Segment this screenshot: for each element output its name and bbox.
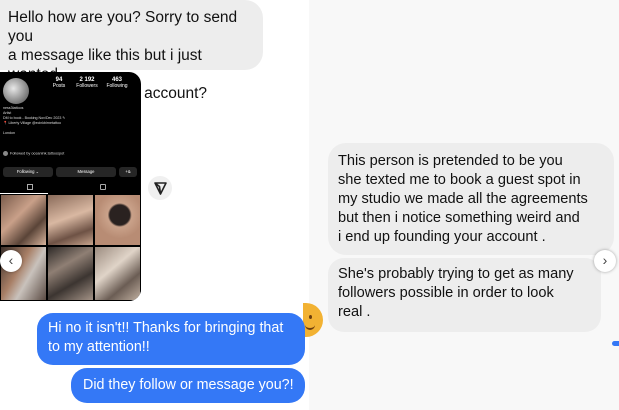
chevron-right-icon: › <box>602 252 608 268</box>
send-icon <box>154 182 167 195</box>
incoming-message-3: She's probably trying to get as many fol… <box>328 258 601 332</box>
incoming-message-1: Hello how are you? Sorry to send you a m… <box>0 0 263 102</box>
avatar <box>3 78 29 104</box>
stat-following: 463 Following <box>106 77 128 89</box>
followed-by: Followed by oceanink.tattoospot <box>3 151 133 156</box>
share-button[interactable] <box>148 176 172 200</box>
instagram-profile-screenshot[interactable]: 94 Posts 2 192 Followers 463 Following n… <box>0 72 141 301</box>
carousel-prev-button[interactable]: ‹ <box>0 250 22 272</box>
outgoing-message-2: Did they follow or message you?! <box>71 368 305 403</box>
photo-tile <box>47 246 94 301</box>
outgoing-bubble-edge <box>612 341 619 346</box>
following-button: Following ⌄ <box>3 167 53 177</box>
suggest-button: +& <box>119 167 137 177</box>
stat-followers: 2 192 Followers <box>76 77 98 89</box>
grid-tab-icon <box>27 184 33 190</box>
chevron-left-icon: ‹ <box>8 252 14 268</box>
incoming-message-2: This person is pretended to be you she t… <box>328 143 614 255</box>
photo-tile <box>47 194 94 246</box>
photo-tile <box>94 194 141 246</box>
follower-avatar <box>3 151 8 156</box>
stat-posts: 94 Posts <box>52 77 66 89</box>
photo-tile <box>0 194 47 246</box>
carousel-next-button[interactable]: › <box>594 250 616 272</box>
tagged-tab-icon <box>100 184 106 190</box>
photo-tile <box>94 246 141 301</box>
outgoing-message-1: Hi no it isn't!! Thanks for bringing tha… <box>37 313 305 365</box>
profile-bio: ness3tattoos Artist DM to book - Booking… <box>3 106 66 135</box>
message-button: Message <box>56 167 116 177</box>
